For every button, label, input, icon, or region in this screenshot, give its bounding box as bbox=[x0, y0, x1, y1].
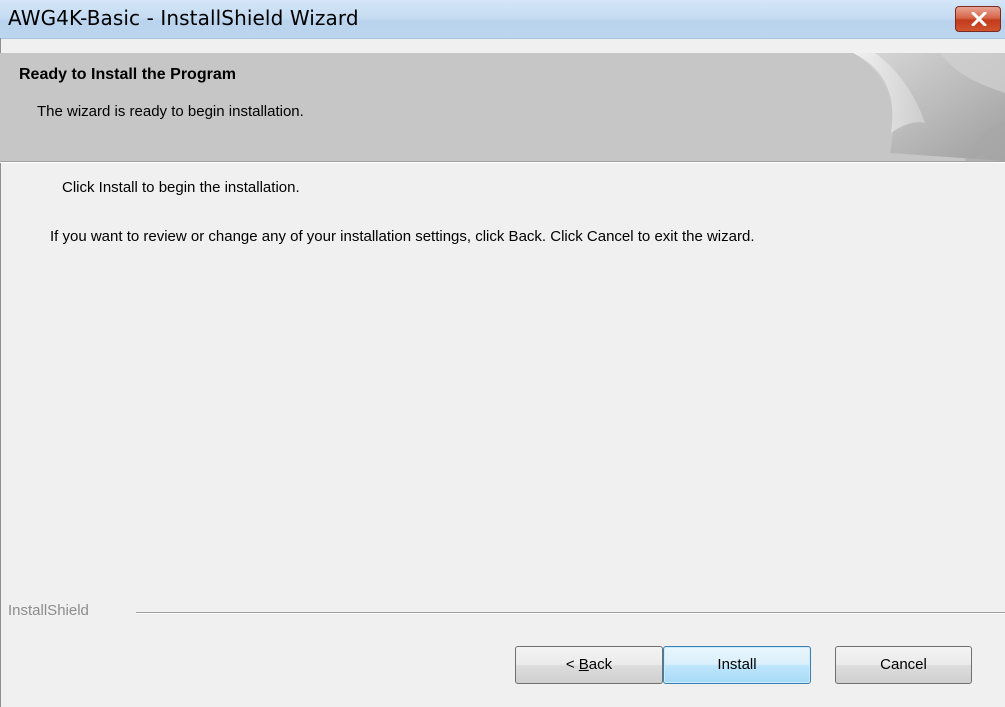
page-curl-graphic bbox=[853, 53, 1005, 161]
back-button-prefix: < bbox=[565, 656, 579, 673]
install-button[interactable]: Install bbox=[663, 646, 811, 684]
back-button[interactable]: < Back bbox=[515, 646, 663, 684]
header-title: Ready to Install the Program bbox=[19, 66, 236, 83]
footer-separator bbox=[136, 612, 1005, 614]
back-button-mnemonic: B bbox=[578, 656, 589, 673]
header-separator bbox=[0, 161, 1005, 163]
header-subtitle: The wizard is ready to begin installatio… bbox=[37, 103, 304, 120]
cancel-button[interactable]: Cancel bbox=[835, 646, 972, 684]
instruction-text: Click Install to begin the installation. bbox=[62, 179, 300, 196]
close-icon bbox=[971, 12, 987, 26]
review-settings-text: If you want to review or change any of y… bbox=[50, 228, 755, 245]
installshield-window: AWG4K-Basic - InstallShield Wizard Ready… bbox=[0, 0, 1005, 707]
back-button-label: ack bbox=[588, 656, 613, 673]
title-bar[interactable]: AWG4K-Basic - InstallShield Wizard bbox=[0, 0, 1005, 39]
close-button[interactable] bbox=[955, 6, 1001, 32]
installshield-brand-label: InstallShield bbox=[8, 602, 89, 619]
wizard-header: Ready to Install the Program The wizard … bbox=[0, 53, 1005, 161]
window-title: AWG4K-Basic - InstallShield Wizard bbox=[8, 6, 359, 30]
